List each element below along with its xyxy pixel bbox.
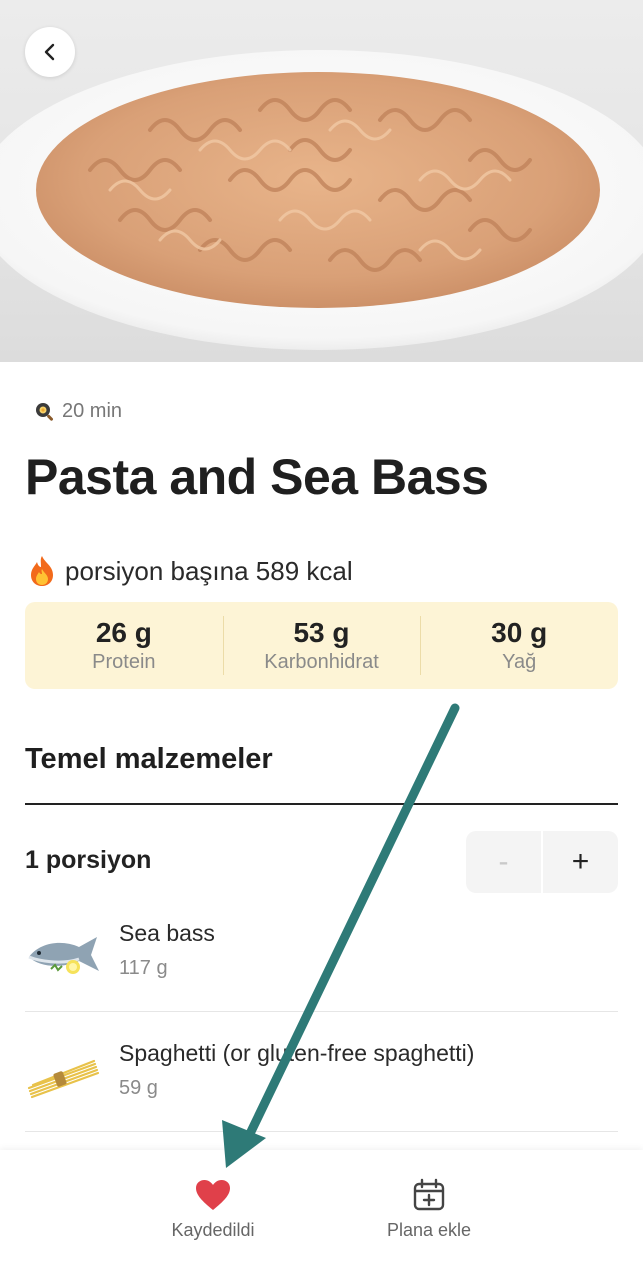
pasta-plate-illustration	[0, 50, 643, 350]
heart-icon	[196, 1180, 230, 1210]
ingredients-heading: Temel malzemeler	[25, 743, 273, 775]
add-to-plan-button[interactable]: Plana ekle	[349, 1178, 509, 1241]
macros-panel: 26 g Protein 53 g Karbonhidrat 30 g Yağ	[25, 602, 618, 689]
ingredient-name: Spaghetti (or gluten-free spaghetti)	[119, 1040, 475, 1066]
portion-stepper: - +	[466, 831, 618, 893]
macro-label: Yağ	[502, 651, 537, 673]
macro-protein: 26 g Protein	[25, 602, 223, 689]
ingredient-item[interactable]: Spaghetti (or gluten-free spaghetti) 59 …	[25, 1038, 618, 1118]
saved-label: Kaydedildi	[171, 1220, 255, 1240]
bottom-action-bar: Kaydedildi Plana ekle	[0, 1150, 643, 1280]
ingredient-divider	[25, 1131, 618, 1132]
recipe-hero-image	[0, 0, 643, 362]
frying-pan-icon	[36, 402, 53, 421]
decrease-portion-button[interactable]: -	[466, 831, 543, 893]
macro-value: 30 g	[491, 617, 548, 648]
calendar-add-icon	[413, 1178, 445, 1211]
ingredient-item[interactable]: Sea bass 117 g	[25, 918, 618, 998]
macro-value: 26 g	[95, 617, 152, 648]
back-button[interactable]	[25, 27, 75, 77]
chevron-left-icon	[44, 43, 55, 61]
macro-carbs: 53 g Karbonhidrat	[222, 602, 421, 689]
fish-icon	[28, 937, 99, 974]
cook-time-text: 20 min	[62, 400, 123, 422]
calories-row: porsiyon başına 589 kcal	[27, 555, 353, 587]
cook-time: 20 min	[34, 400, 122, 423]
section-divider	[25, 803, 618, 805]
fire-icon	[31, 556, 53, 586]
macro-label: Karbonhidrat	[264, 651, 379, 673]
ingredient-amount: 59 g	[119, 1077, 158, 1099]
ingredient-name: Sea bass	[119, 920, 215, 946]
portion-label: 1 porsiyon	[25, 846, 152, 874]
spaghetti-icon	[27, 1059, 100, 1099]
ingredient-divider	[25, 1011, 618, 1012]
ingredient-amount: 117 g	[119, 957, 168, 979]
increase-portion-button[interactable]: +	[543, 831, 618, 893]
add-to-plan-label: Plana ekle	[386, 1220, 472, 1240]
recipe-title: Pasta and Sea Bass	[25, 449, 489, 505]
macro-label: Protein	[92, 651, 156, 673]
macro-fat: 30 g Yağ	[420, 602, 618, 689]
macro-value: 53 g	[293, 617, 350, 648]
saved-button[interactable]: Kaydedildi	[133, 1178, 293, 1241]
calories-text: porsiyon başına 589 kcal	[65, 555, 353, 586]
